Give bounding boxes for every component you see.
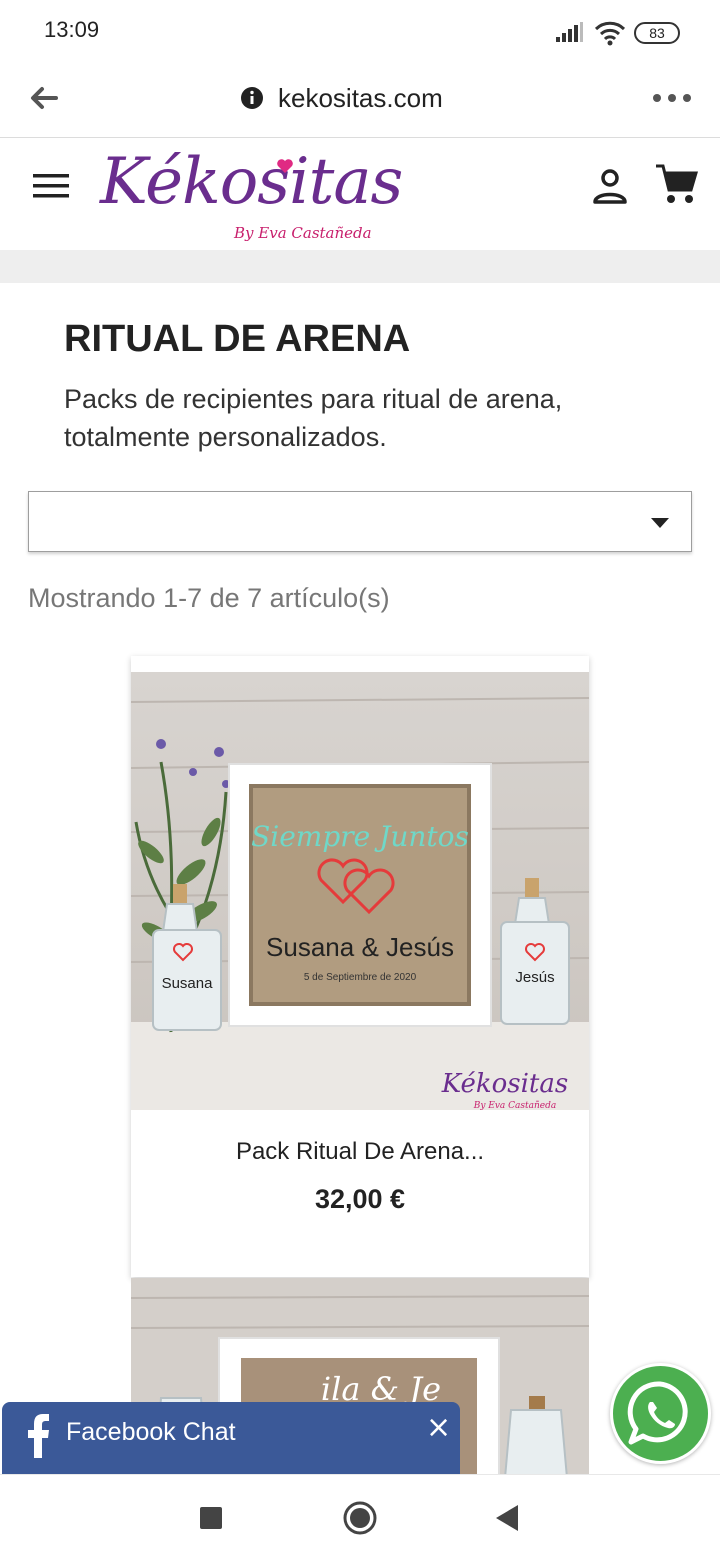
image-watermark: Kékositas bbox=[441, 1069, 568, 1099]
image-text-bottle-right: Jesús bbox=[515, 969, 554, 986]
system-nav-bar bbox=[0, 1474, 720, 1560]
info-icon[interactable] bbox=[240, 86, 264, 110]
product-image[interactable]: Siempre Juntos Susana & Jesús 5 de Septi… bbox=[131, 672, 589, 1110]
recent-apps-icon[interactable] bbox=[200, 1507, 222, 1529]
results-count: Mostrando 1-7 de 7 artículo(s) bbox=[28, 583, 390, 613]
heart-icon bbox=[277, 159, 293, 173]
close-icon[interactable]: × bbox=[426, 1410, 451, 1445]
more-options-icon[interactable] bbox=[652, 88, 692, 108]
logo-text: Kékositas bbox=[100, 145, 403, 219]
status-bar: 13:09 83 bbox=[0, 0, 720, 62]
browser-toolbar: kekositas.com bbox=[0, 62, 720, 138]
product-card[interactable]: Siempre Juntos Susana & Jesús 5 de Septi… bbox=[131, 656, 589, 1277]
image-text-bottle-left: Susana bbox=[162, 975, 214, 992]
image-text-names: Susana & Jesús bbox=[266, 932, 454, 962]
product-name[interactable]: Pack Ritual De Arena... bbox=[131, 1138, 589, 1166]
image-watermark-sub: By Eva Castañeda bbox=[473, 1101, 557, 1110]
image-text-date: 5 de Septiembre de 2020 bbox=[304, 972, 417, 983]
product-price: 32,00 € bbox=[314, 1184, 406, 1214]
battery-level: 83 bbox=[649, 25, 665, 41]
user-icon[interactable] bbox=[590, 166, 630, 206]
hamburger-menu-icon[interactable] bbox=[33, 172, 69, 200]
battery-icon: 83 bbox=[634, 22, 680, 44]
page-title: RITUAL DE ARENA bbox=[64, 318, 411, 360]
chevron-down-icon bbox=[651, 518, 669, 528]
status-time: 13:09 bbox=[44, 17, 100, 42]
site-logo[interactable]: Kékositas By Eva Castañeda bbox=[100, 144, 403, 248]
logo-subtitle: By Eva Castañeda bbox=[234, 224, 372, 242]
address-bar[interactable]: kekositas.com bbox=[240, 80, 443, 116]
signal-icon bbox=[556, 22, 583, 42]
page: 13:09 83 kekositas.com Kékositas By Eva … bbox=[0, 0, 720, 1560]
category-description: Packs de recipientes para ritual de aren… bbox=[64, 384, 563, 452]
facebook-chat-label: Facebook Chat bbox=[66, 1418, 236, 1446]
cart-icon[interactable] bbox=[654, 162, 698, 206]
back-arrow-icon[interactable] bbox=[26, 80, 62, 116]
url-text: kekositas.com bbox=[278, 82, 443, 113]
home-icon[interactable] bbox=[343, 1501, 377, 1535]
back-icon[interactable] bbox=[496, 1505, 518, 1531]
sort-dropdown[interactable] bbox=[28, 491, 692, 552]
image-text-headline: Siempre Juntos bbox=[251, 820, 469, 853]
whatsapp-button[interactable] bbox=[610, 1363, 711, 1464]
wifi-icon bbox=[594, 21, 626, 46]
site-header: Kékositas By Eva Castañeda bbox=[0, 138, 720, 250]
whatsapp-icon bbox=[627, 1381, 688, 1445]
facebook-icon bbox=[28, 1414, 49, 1458]
facebook-chat-bar[interactable]: Facebook Chat × bbox=[2, 1402, 460, 1474]
header-divider bbox=[0, 250, 720, 283]
